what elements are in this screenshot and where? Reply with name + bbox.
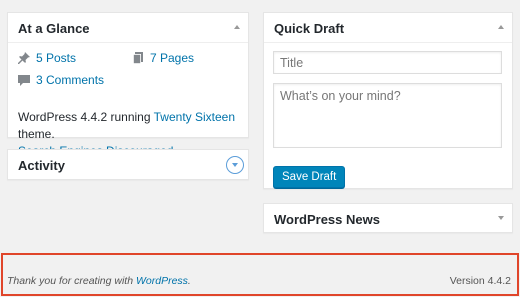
pushpin-icon	[18, 52, 30, 64]
posts-count[interactable]: 5 Posts	[18, 51, 76, 65]
at-a-glance-widget: At a Glance 5 Posts 7 Pages 3 Comments W…	[7, 12, 249, 158]
wordpress-link[interactable]: WordPress	[136, 275, 188, 287]
admin-footer: Thank you for creating with WordPress. V…	[1, 253, 519, 296]
theme-suffix-text: theme.	[18, 127, 55, 141]
wordpress-news-widget: WordPress News	[263, 203, 513, 233]
comments-link[interactable]: 3 Comments	[36, 73, 104, 87]
theme-link[interactable]: Twenty Sixteen	[154, 110, 235, 124]
pages-icon	[133, 52, 143, 64]
wordpress-news-title: WordPress News	[274, 212, 380, 227]
footer-thanks-suffix: .	[187, 275, 191, 287]
footer-thanks-prefix: Thank you for creating with	[7, 275, 136, 287]
at-a-glance-header[interactable]: At a Glance	[8, 13, 248, 43]
pages-count[interactable]: 7 Pages	[132, 51, 194, 65]
collapse-arrow-icon[interactable]	[498, 23, 506, 31]
activity-header[interactable]: Activity	[8, 150, 248, 180]
quick-draft-widget: Quick Draft Save Draft	[263, 12, 513, 189]
comment-bubble-icon	[18, 75, 30, 86]
expand-arrow-icon[interactable]	[226, 156, 244, 174]
collapse-arrow-icon[interactable]	[234, 23, 242, 31]
activity-title: Activity	[18, 158, 65, 173]
expand-arrow-icon[interactable]	[498, 214, 506, 222]
pages-link[interactable]: 7 Pages	[150, 51, 194, 65]
footer-version: Version 4.4.2	[449, 275, 511, 287]
wordpress-news-header[interactable]: WordPress News	[264, 204, 512, 234]
footer-thanks-text: Thank you for creating with WordPress.	[7, 275, 191, 287]
comments-count[interactable]: 3 Comments	[18, 73, 104, 87]
posts-link[interactable]: 5 Posts	[36, 51, 76, 65]
version-running-text: WordPress 4.4.2 running	[18, 110, 154, 124]
at-a-glance-title: At a Glance	[18, 21, 90, 36]
draft-title-input[interactable]	[273, 51, 502, 74]
draft-content-textarea[interactable]	[273, 83, 502, 148]
save-draft-button[interactable]: Save Draft	[273, 166, 346, 188]
quick-draft-title: Quick Draft	[274, 21, 345, 36]
activity-widget: Activity	[7, 149, 249, 180]
quick-draft-header[interactable]: Quick Draft	[264, 13, 512, 43]
